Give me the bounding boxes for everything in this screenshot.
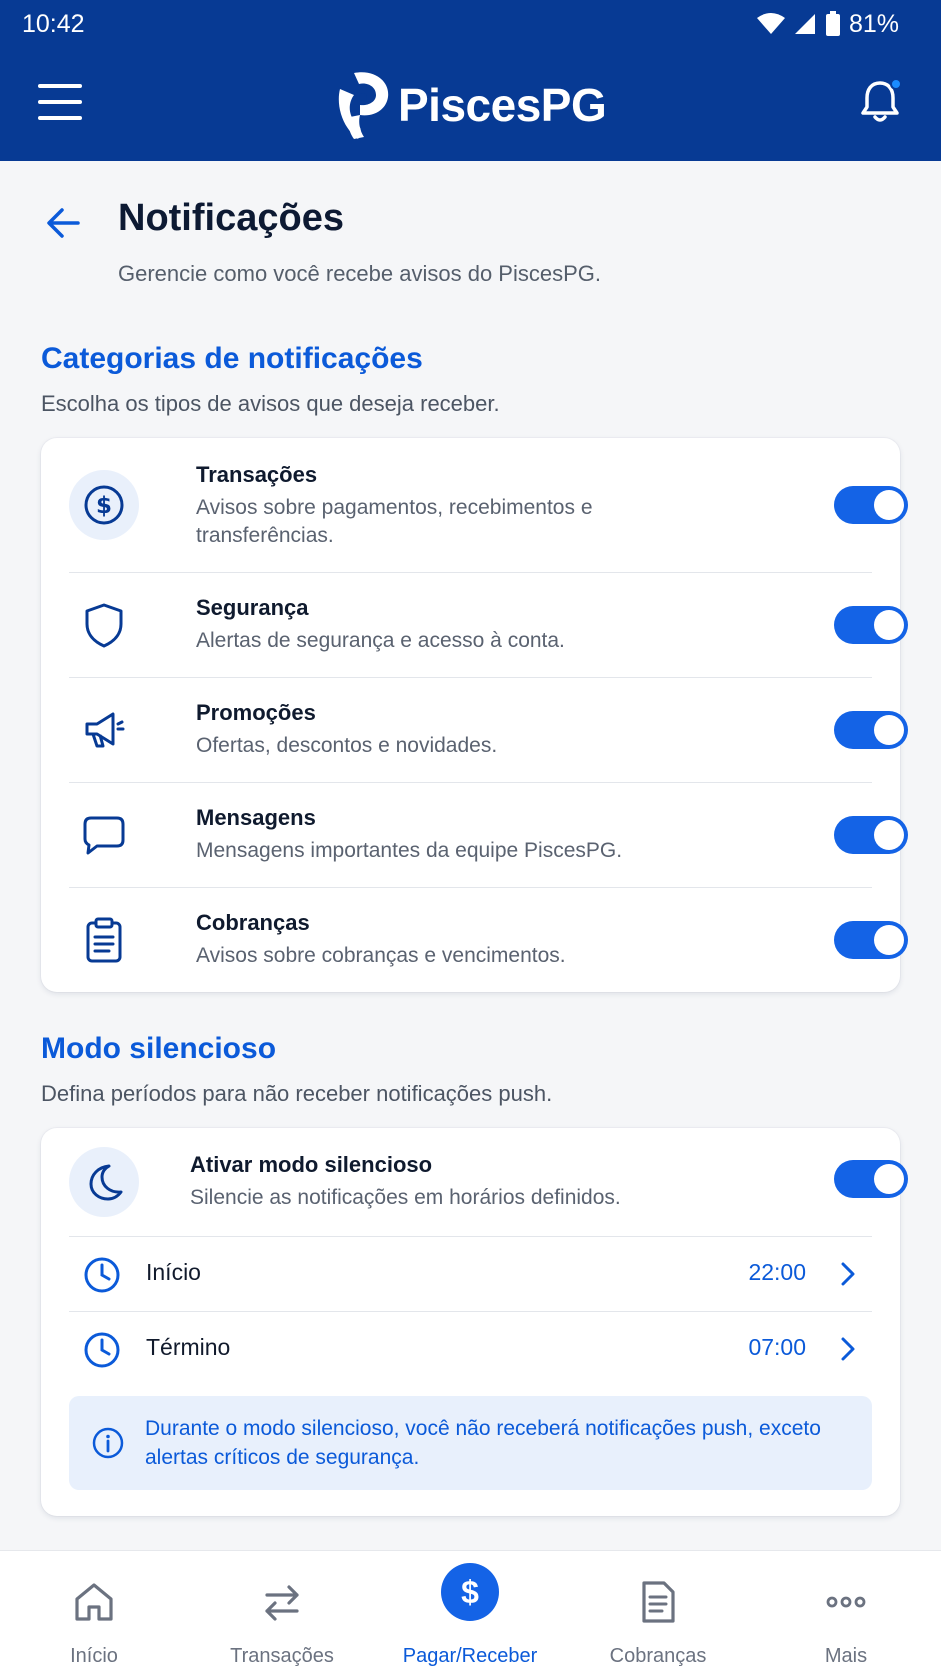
category-description: Alertas de segurança e acesso à conta. xyxy=(196,629,565,652)
nav-label: Pagar/Receber xyxy=(402,1645,538,1667)
info-icon xyxy=(92,1427,124,1459)
status-time: 10:42 xyxy=(22,9,85,38)
categories-subtitle: Escolha os tipos de avisos que deseja re… xyxy=(41,391,500,416)
category-row-transacoes: $ Transações Avisos sobre pagamentos, re… xyxy=(69,438,908,572)
shield-icon xyxy=(69,590,139,660)
svg-text:$: $ xyxy=(96,493,112,519)
dollar-circle-icon: $ xyxy=(69,470,139,540)
category-row-seguranca: Segurança Alertas de segurança e acesso … xyxy=(69,573,908,677)
nav-item-mais[interactable]: Mais xyxy=(752,1551,940,1672)
toolbar: PiscesPG xyxy=(0,56,941,152)
dollar-icon: $ xyxy=(441,1563,499,1621)
silent-mode-toggle-row: Ativar modo silencioso Silencie as notif… xyxy=(69,1128,908,1236)
moon-icon xyxy=(69,1147,139,1217)
silent-mode-toggle[interactable] xyxy=(834,1160,908,1198)
end-time-value: 07:00 xyxy=(748,1334,806,1360)
silent-mode-card: Ativar modo silencioso Silencie as notif… xyxy=(41,1128,908,1516)
brand-logo: PiscesPG xyxy=(332,66,607,144)
cobrancas-toggle[interactable] xyxy=(834,921,908,959)
nav-label: Mais xyxy=(824,1645,868,1667)
category-description: Avisos sobre cobranças e vencimentos. xyxy=(196,944,566,967)
transacoes-toggle[interactable] xyxy=(834,486,908,524)
pisces-logo-icon xyxy=(338,72,389,139)
silent-mode-info: Durante o modo silencioso, você não rece… xyxy=(69,1396,872,1490)
battery-icon xyxy=(825,11,840,36)
wifi-icon xyxy=(756,13,785,34)
nav-item-transacoes[interactable]: Transações xyxy=(188,1551,376,1672)
category-description: Avisos sobre pagamentos, recebimentos e … xyxy=(196,496,593,547)
silent-mode-toggle-title: Ativar modo silencioso xyxy=(190,1152,433,1177)
end-time-row[interactable]: Término 07:00 xyxy=(69,1312,872,1386)
start-time-value: 22:00 xyxy=(748,1259,806,1285)
promocoes-toggle[interactable] xyxy=(834,711,908,749)
battery-level: 81% xyxy=(848,9,899,38)
silent-mode-info-text: Durante o modo silencioso, você não rece… xyxy=(145,1417,821,1469)
back-button[interactable] xyxy=(44,203,84,243)
category-row-promocoes: Promoções Ofertas, descontos e novidades… xyxy=(69,678,908,782)
brand-name: PiscesPG xyxy=(398,79,607,131)
category-title: Transações xyxy=(196,462,318,487)
arrow-left-icon xyxy=(47,208,80,238)
seguranca-toggle[interactable] xyxy=(834,606,908,644)
app-bar: 10:42 81% PiscesPG xyxy=(0,0,941,161)
notifications-button[interactable] xyxy=(858,78,906,126)
nav-label: Início xyxy=(70,1645,118,1667)
category-description: Mensagens importantes da equipe PiscesPG… xyxy=(196,839,623,862)
bottom-navigation: Início Transações $ Pagar/Receber Cobran… xyxy=(0,1550,941,1672)
category-title: Segurança xyxy=(196,595,309,620)
categories-card: $ Transações Avisos sobre pagamentos, re… xyxy=(41,438,908,992)
silent-mode-toggle-description: Silencie as notificações em horários def… xyxy=(190,1186,621,1209)
category-row-cobrancas: Cobranças Avisos sobre cobranças e venci… xyxy=(69,888,908,992)
menu-icon xyxy=(38,84,82,88)
nav-item-cobrancas[interactable]: Cobranças xyxy=(564,1551,752,1672)
chevron-right-icon xyxy=(841,1337,855,1361)
document-icon xyxy=(642,1581,675,1623)
category-title: Mensagens xyxy=(196,805,316,830)
megaphone-icon xyxy=(69,695,139,765)
start-time-label: Início xyxy=(146,1259,201,1285)
chevron-right-icon xyxy=(841,1262,855,1286)
page-title: Notificações xyxy=(118,197,344,239)
clipboard-icon xyxy=(69,905,139,975)
silent-mode-subtitle: Defina períodos para não receber notific… xyxy=(41,1081,553,1106)
silent-mode-title: Modo silencioso xyxy=(41,1032,277,1065)
nav-item-pagar-receber[interactable]: $ Pagar/Receber xyxy=(376,1551,564,1672)
more-dots-icon xyxy=(826,1596,866,1608)
signal-icon xyxy=(794,14,815,34)
category-title: Promoções xyxy=(196,700,316,725)
swap-arrows-icon xyxy=(265,1585,299,1621)
page-subtitle: Gerencie como você recebe avisos do Pisc… xyxy=(118,261,602,286)
clock-icon xyxy=(84,1332,120,1368)
start-time-row[interactable]: Início 22:00 xyxy=(69,1237,872,1311)
categories-title: Categorias de notificações xyxy=(41,342,423,375)
category-row-mensagens: Mensagens Mensagens importantes da equip… xyxy=(69,783,908,887)
nav-label: Transações xyxy=(230,1645,334,1667)
unread-dot xyxy=(890,78,902,90)
menu-button[interactable] xyxy=(38,84,82,120)
message-icon xyxy=(69,800,139,870)
home-icon xyxy=(75,1583,113,1621)
mensagens-toggle[interactable] xyxy=(834,816,908,854)
category-description: Ofertas, descontos e novidades. xyxy=(196,734,498,757)
nav-label: Cobranças xyxy=(609,1645,707,1667)
category-title: Cobranças xyxy=(196,910,310,935)
nav-item-inicio[interactable]: Início xyxy=(0,1551,188,1672)
clock-icon xyxy=(84,1257,120,1293)
status-bar: 10:42 81% xyxy=(0,0,941,48)
status-icons: 81% xyxy=(756,9,899,39)
end-time-label: Término xyxy=(146,1334,231,1360)
